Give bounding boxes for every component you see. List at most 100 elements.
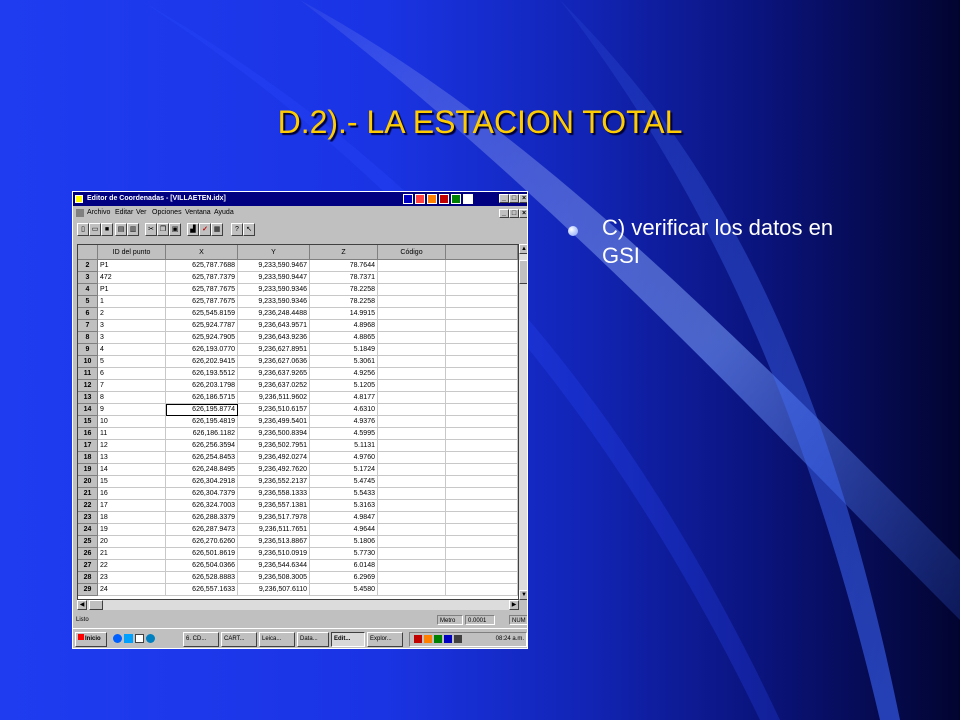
- cell-codigo[interactable]: [378, 512, 446, 524]
- cell-z[interactable]: 4.8177: [310, 392, 378, 404]
- cell-y[interactable]: 9,236,627.8951: [238, 344, 310, 356]
- cell-z[interactable]: 78.7371: [310, 272, 378, 284]
- cell-codigo[interactable]: [378, 452, 446, 464]
- cell-codigo[interactable]: [378, 284, 446, 296]
- cell-z[interactable]: 5.4745: [310, 476, 378, 488]
- cell-y[interactable]: 9,236,557.1381: [238, 500, 310, 512]
- close-button[interactable]: ×: [519, 194, 527, 203]
- help-pointer-icon[interactable]: ↖: [243, 223, 255, 236]
- tray-icon[interactable]: [444, 635, 452, 643]
- cell-empty[interactable]: [446, 464, 518, 476]
- cell-x[interactable]: 626,195.4819: [166, 416, 238, 428]
- task-button[interactable]: Leica...: [259, 632, 295, 647]
- cell-codigo[interactable]: [378, 572, 446, 584]
- cell-codigo[interactable]: [378, 308, 446, 320]
- row-number[interactable]: 23: [78, 512, 98, 524]
- cell-id[interactable]: 10: [98, 416, 166, 428]
- cell-id[interactable]: 19: [98, 524, 166, 536]
- column-header-z[interactable]: Z: [310, 245, 378, 260]
- cell-y[interactable]: 9,236,643.9571: [238, 320, 310, 332]
- row-number[interactable]: 26: [78, 548, 98, 560]
- cell-x[interactable]: 625,787.7379: [166, 272, 238, 284]
- table-row[interactable]: 3 472 625,787.7379 9,233,590.9447 78.7371: [78, 272, 518, 284]
- cell-id[interactable]: 22: [98, 560, 166, 572]
- cell-x[interactable]: 626,193.0770: [166, 344, 238, 356]
- cell-id[interactable]: 9: [98, 404, 166, 416]
- cell-x[interactable]: 626,270.6260: [166, 536, 238, 548]
- doc-minimize-button[interactable]: _: [499, 209, 509, 218]
- table-row[interactable]: 16 11 626,186.1182 9,236,500.8394 4.5995: [78, 428, 518, 440]
- table-row[interactable]: 18 13 626,254.8453 9,236,492.0274 4.9760: [78, 452, 518, 464]
- table-row[interactable]: 9 4 626,193.0770 9,236,627.8951 5.1849: [78, 344, 518, 356]
- menu-ver[interactable]: Ver: [136, 207, 147, 219]
- table-row[interactable]: 10 5 626,202.9415 9,236,627.0636 5.3061: [78, 356, 518, 368]
- menu-archivo[interactable]: Archivo: [87, 207, 110, 219]
- cell-codigo[interactable]: [378, 260, 446, 272]
- cell-empty[interactable]: [446, 440, 518, 452]
- row-number[interactable]: 25: [78, 536, 98, 548]
- cell-id[interactable]: 21: [98, 548, 166, 560]
- cell-x[interactable]: 626,304.7379: [166, 488, 238, 500]
- cell-y[interactable]: 9,236,500.8394: [238, 428, 310, 440]
- cell-id[interactable]: 16: [98, 488, 166, 500]
- table-row[interactable]: 22 17 626,324.7003 9,236,557.1381 5.3163: [78, 500, 518, 512]
- row-number[interactable]: 8: [78, 332, 98, 344]
- chart-icon[interactable]: ▟: [187, 223, 199, 236]
- column-header-id[interactable]: ID del punto: [98, 245, 166, 260]
- cell-y[interactable]: 9,236,499.5401: [238, 416, 310, 428]
- cell-z[interactable]: 5.1724: [310, 464, 378, 476]
- new-file-icon[interactable]: ▯: [77, 223, 89, 236]
- cell-empty[interactable]: [446, 404, 518, 416]
- cell-y[interactable]: 9,236,248.4488: [238, 308, 310, 320]
- cell-empty[interactable]: [446, 572, 518, 584]
- menu-ventana[interactable]: Ventana: [185, 207, 211, 219]
- cell-z[interactable]: 4.8968: [310, 320, 378, 332]
- table-row[interactable]: 20 15 626,304.2918 9,236,552.2137 5.4745: [78, 476, 518, 488]
- menu-opciones[interactable]: Opciones: [152, 207, 182, 219]
- cell-codigo[interactable]: [378, 560, 446, 572]
- scroll-left-icon[interactable]: ◀: [77, 600, 87, 610]
- cell-id[interactable]: 24: [98, 584, 166, 596]
- task-button-active[interactable]: Edit...: [331, 632, 365, 647]
- cell-y[interactable]: 9,236,637.9265: [238, 368, 310, 380]
- task-button[interactable]: Data...: [297, 632, 329, 647]
- table-row[interactable]: 21 16 626,304.7379 9,236,558.1333 5.5433: [78, 488, 518, 500]
- cell-id[interactable]: 6: [98, 368, 166, 380]
- table-row[interactable]: 6 2 625,545.8159 9,236,248.4488 14.9915: [78, 308, 518, 320]
- column-header-empty[interactable]: [446, 245, 518, 260]
- cell-y[interactable]: 9,236,627.0636: [238, 356, 310, 368]
- table-row[interactable]: 26 21 626,501.8619 9,236,510.0919 5.7730: [78, 548, 518, 560]
- cell-y[interactable]: 9,236,502.7951: [238, 440, 310, 452]
- cell-y[interactable]: 9,236,552.2137: [238, 476, 310, 488]
- cell-x[interactable]: 625,787.7688: [166, 260, 238, 272]
- task-button[interactable]: CART...: [221, 632, 257, 647]
- cell-codigo[interactable]: [378, 380, 446, 392]
- row-number[interactable]: 14: [78, 404, 98, 416]
- cell-z[interactable]: 5.7730: [310, 548, 378, 560]
- cell-id[interactable]: P1: [98, 260, 166, 272]
- cell-y[interactable]: 9,236,513.8867: [238, 536, 310, 548]
- cell-x[interactable]: 626,287.9473: [166, 524, 238, 536]
- cell-x[interactable]: 626,256.3594: [166, 440, 238, 452]
- save-icon[interactable]: ■: [101, 223, 113, 236]
- cell-id[interactable]: 3: [98, 320, 166, 332]
- cell-empty[interactable]: [446, 548, 518, 560]
- corner-cell[interactable]: [78, 245, 98, 260]
- table-row[interactable]: 25 20 626,270.6260 9,236,513.8867 5.1806: [78, 536, 518, 548]
- cell-z[interactable]: 5.1205: [310, 380, 378, 392]
- cell-empty[interactable]: [446, 308, 518, 320]
- cell-empty[interactable]: [446, 500, 518, 512]
- cell-codigo[interactable]: [378, 404, 446, 416]
- cell-y[interactable]: 9,236,492.7620: [238, 464, 310, 476]
- cell-z[interactable]: 5.1849: [310, 344, 378, 356]
- cell-id[interactable]: 12: [98, 440, 166, 452]
- cell-codigo[interactable]: [378, 296, 446, 308]
- table-row[interactable]: 12 7 626,203.1798 9,236,637.0252 5.1205: [78, 380, 518, 392]
- doc-close-button[interactable]: ×: [519, 209, 527, 218]
- cell-empty[interactable]: [446, 368, 518, 380]
- table-row[interactable]: 17 12 626,256.3594 9,236,502.7951 5.1131: [78, 440, 518, 452]
- cell-codigo[interactable]: [378, 524, 446, 536]
- cell-codigo[interactable]: [378, 416, 446, 428]
- cell-z[interactable]: 5.3061: [310, 356, 378, 368]
- cell-y[interactable]: 9,236,544.6344: [238, 560, 310, 572]
